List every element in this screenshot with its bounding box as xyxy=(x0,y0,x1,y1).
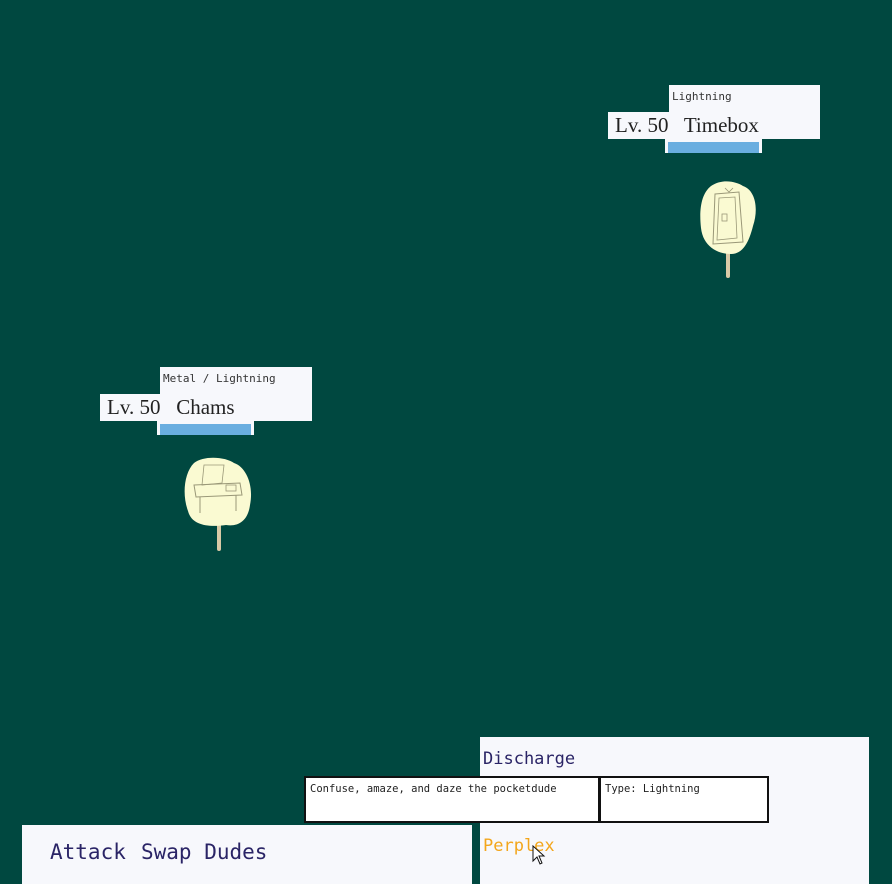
move-description-tooltip: Confuse, amaze, and daze the pocketdude xyxy=(304,776,600,823)
opponent-type-label: Lightning xyxy=(669,85,820,115)
command-menu: Attack Swap Dudes xyxy=(22,825,472,884)
opponent-hp-bar xyxy=(665,139,762,153)
phone-booth-sketch-icon xyxy=(700,181,756,278)
player-hp-fill xyxy=(160,424,251,435)
move-type-tooltip: Type: Lightning xyxy=(599,776,769,823)
move-discharge[interactable]: Discharge xyxy=(483,749,575,769)
player-level-name: Lv. 50 Chams xyxy=(100,394,312,421)
opponent-level-name: Lv. 50 Timebox xyxy=(608,112,820,139)
swap-dudes-button[interactable]: Swap Dudes xyxy=(141,840,267,864)
mouse-cursor-icon xyxy=(532,845,546,865)
player-hp-bar xyxy=(157,421,254,435)
player-type-label: Metal / Lightning xyxy=(160,367,312,397)
desk-sketch-icon xyxy=(184,457,252,551)
attack-button[interactable]: Attack xyxy=(50,840,126,864)
opponent-hp-fill xyxy=(668,142,759,153)
